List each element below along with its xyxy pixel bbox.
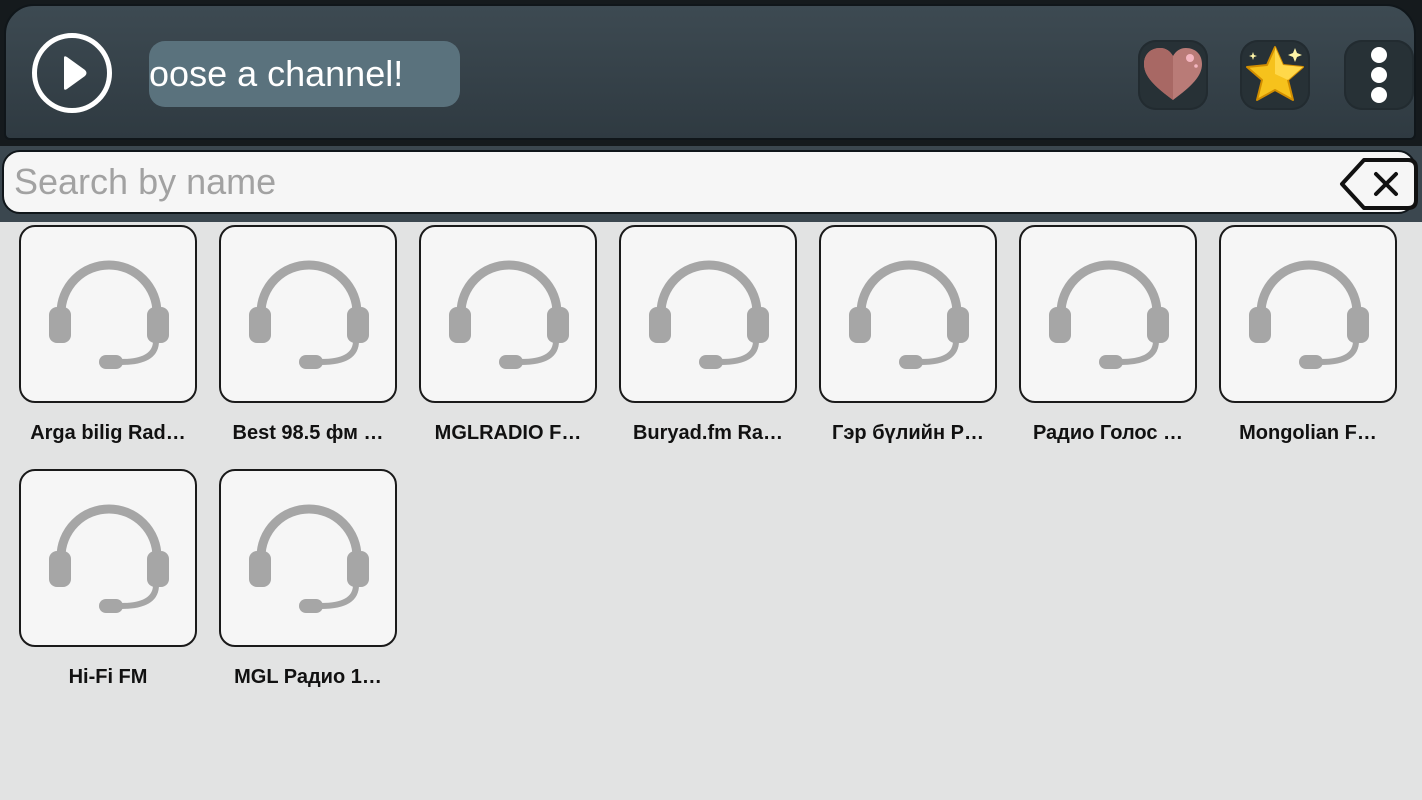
headset-icon xyxy=(849,260,969,369)
channel-tile[interactable]: Mongolian F… xyxy=(1200,225,1400,465)
channel-name: Arga bilig Rad… xyxy=(30,422,186,444)
channel-name: MGL Радио 1… xyxy=(234,666,382,688)
clear-search-button[interactable] xyxy=(1338,154,1418,214)
top-bar: Choose a channel! xyxy=(0,0,1422,146)
channel-thumbnail xyxy=(19,469,197,647)
headset-icon xyxy=(1249,260,1369,369)
search-input[interactable] xyxy=(2,150,1416,214)
backspace-clear-icon xyxy=(1340,158,1418,210)
heart-icon xyxy=(1144,48,1202,100)
channel-name: Гэр бүлийн Р… xyxy=(832,422,984,444)
headset-icon xyxy=(1049,260,1169,369)
channel-tile[interactable]: Best 98.5 фм … xyxy=(200,225,400,465)
now-playing-marquee: Choose a channel! xyxy=(149,41,460,107)
menu-button[interactable] xyxy=(1344,40,1414,110)
channel-name: MGLRADIO F… xyxy=(434,422,582,444)
channel-tile[interactable]: Радио Голос … xyxy=(1000,225,1200,465)
channel-thumbnail xyxy=(219,469,397,647)
headset-icon xyxy=(49,260,169,369)
headset-icon xyxy=(649,260,769,369)
play-button[interactable] xyxy=(32,33,112,113)
channel-tile[interactable]: Hi-Fi FM xyxy=(0,469,200,709)
top-bar-panel: Choose a channel! xyxy=(4,4,1416,140)
star-icon xyxy=(1246,46,1304,101)
channel-name: Best 98.5 фм … xyxy=(232,422,384,444)
channel-thumbnail xyxy=(619,225,797,403)
channel-tile[interactable]: Arga bilig Rad… xyxy=(0,225,200,465)
search-bar xyxy=(0,146,1422,222)
channel-thumbnail xyxy=(19,225,197,403)
now-playing-text: Choose a channel! xyxy=(149,53,404,94)
channel-thumbnail xyxy=(419,225,597,403)
channel-name: Mongolian F… xyxy=(1239,422,1377,444)
channel-thumbnail xyxy=(1019,225,1197,403)
channel-thumbnail xyxy=(219,225,397,403)
headset-icon xyxy=(249,260,369,369)
channel-thumbnail xyxy=(1219,225,1397,403)
more-vertical-icon xyxy=(1371,47,1387,103)
channel-thumbnail xyxy=(819,225,997,403)
channel-tile[interactable]: MGL Радио 1… xyxy=(200,469,400,709)
play-icon xyxy=(64,56,87,90)
favorites-button[interactable] xyxy=(1138,40,1208,110)
channel-tile[interactable]: Гэр бүлийн Р… xyxy=(800,225,1000,465)
channel-tile[interactable]: MGLRADIO F… xyxy=(400,225,600,465)
channel-tile[interactable]: Buryad.fm Ra… xyxy=(600,225,800,465)
channel-name: Buryad.fm Ra… xyxy=(632,422,784,444)
headset-icon xyxy=(49,504,169,613)
channel-name: Радио Голос … xyxy=(1032,422,1184,444)
headset-icon xyxy=(449,260,569,369)
channel-name: Hi-Fi FM xyxy=(68,666,148,688)
rate-button[interactable] xyxy=(1240,40,1310,110)
headset-icon xyxy=(249,504,369,613)
